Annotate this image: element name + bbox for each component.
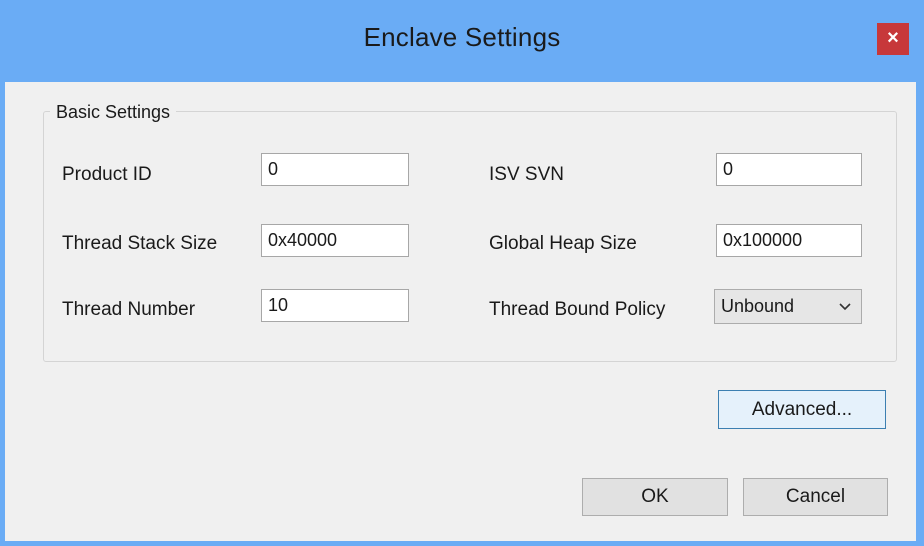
ok-button[interactable]: OK bbox=[582, 478, 728, 516]
close-icon: × bbox=[887, 27, 899, 49]
isv-svn-label: ISV SVN bbox=[489, 164, 564, 185]
cancel-button[interactable]: Cancel bbox=[743, 478, 888, 516]
dialog-body: Basic Settings Product ID 0 ISV SVN 0 Th… bbox=[5, 82, 916, 541]
chevron-down-icon bbox=[839, 303, 851, 311]
thread-number-label: Thread Number bbox=[62, 299, 196, 320]
global-heap-size-input[interactable]: 0x100000 bbox=[716, 224, 862, 257]
close-button[interactable]: × bbox=[877, 23, 909, 55]
advanced-button[interactable]: Advanced... bbox=[718, 390, 886, 429]
isv-svn-input[interactable]: 0 bbox=[716, 153, 862, 186]
thread-stack-size-input[interactable]: 0x40000 bbox=[261, 224, 409, 257]
dialog-window: Enclave Settings × Basic Settings Produc… bbox=[0, 0, 924, 546]
thread-number-input[interactable]: 10 bbox=[261, 289, 409, 322]
product-id-label: Product ID bbox=[62, 164, 152, 185]
thread-stack-size-label: Thread Stack Size bbox=[62, 233, 218, 254]
thread-bound-policy-value: Unbound bbox=[721, 296, 795, 316]
product-id-input[interactable]: 0 bbox=[261, 153, 409, 186]
window-title: Enclave Settings bbox=[363, 22, 561, 52]
title-bar[interactable]: Enclave Settings × bbox=[0, 0, 924, 82]
thread-bound-policy-label: Thread Bound Policy bbox=[489, 299, 666, 320]
global-heap-size-label: Global Heap Size bbox=[489, 233, 637, 254]
thread-bound-policy-select[interactable]: Unbound bbox=[714, 289, 862, 324]
basic-settings-legend: Basic Settings bbox=[50, 102, 177, 123]
